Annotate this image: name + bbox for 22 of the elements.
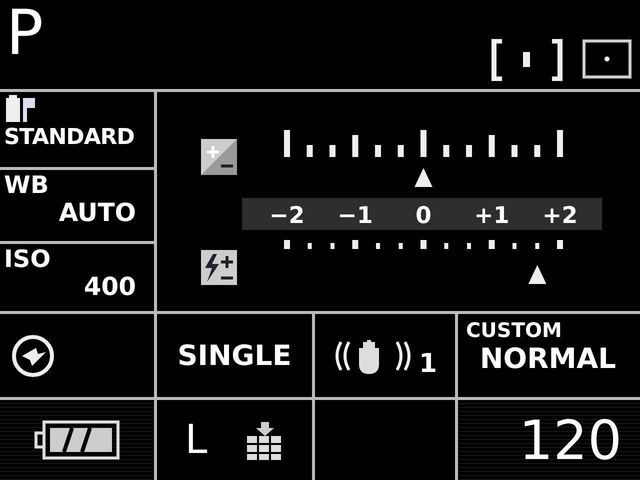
wb-value: AUTO <box>58 198 136 227</box>
scale-label: 0 <box>416 203 432 229</box>
iso-label: ISO <box>4 246 52 272</box>
flash-compensation-icon <box>201 250 237 285</box>
drive-mode: SINGLE <box>178 339 292 372</box>
image-size: L <box>185 417 208 463</box>
scale-label: −2 <box>269 203 305 229</box>
spot-metering-icon <box>490 39 564 81</box>
scale-label: −1 <box>338 203 373 229</box>
exposure-compensation-icon <box>201 139 237 175</box>
scale-label: +1 <box>474 203 510 229</box>
image-stabilizer-value: 1 <box>418 349 438 379</box>
custom-value: NORMAL <box>480 342 616 375</box>
wb-label: WB <box>4 172 50 198</box>
af-point-icon <box>582 39 632 79</box>
picture-mode: STANDARD <box>4 124 136 152</box>
iso-value: 400 <box>84 272 136 301</box>
scale-label: +2 <box>542 203 578 229</box>
shooting-mode: P <box>6 0 44 66</box>
custom-label: CUSTOM <box>466 318 563 342</box>
shots-remaining: 120 <box>518 408 622 472</box>
battery-icon <box>34 419 120 461</box>
